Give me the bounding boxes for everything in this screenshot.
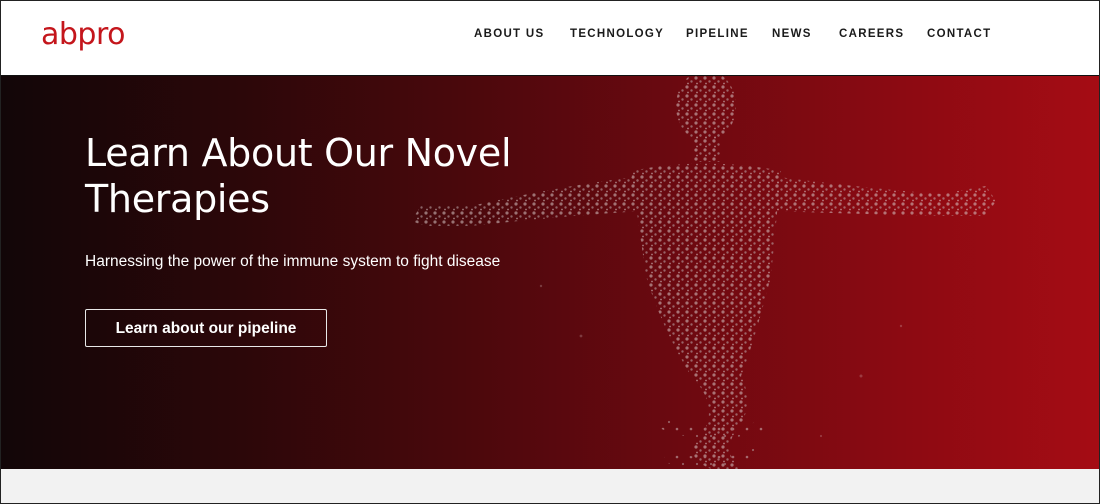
page-frame: abpro ABOUT US TECHNOLOGY PIPELINE NEWS …	[0, 0, 1100, 504]
main-nav: ABOUT US TECHNOLOGY PIPELINE NEWS CAREER…	[1, 28, 1099, 44]
nav-pipeline[interactable]: PIPELINE	[686, 28, 749, 40]
hero-headline: Learn About Our Novel Therapies	[85, 131, 512, 221]
site-header: abpro ABOUT US TECHNOLOGY PIPELINE NEWS …	[1, 1, 1099, 76]
hero-banner: Learn About Our Novel Therapies Harnessi…	[1, 76, 1099, 469]
nav-technology[interactable]: TECHNOLOGY	[570, 28, 664, 40]
hero-subheadline: Harnessing the power of the immune syste…	[85, 253, 501, 270]
nav-news[interactable]: NEWS	[772, 28, 812, 40]
nav-contact[interactable]: CONTACT	[927, 28, 991, 40]
nav-about-us[interactable]: ABOUT US	[474, 28, 544, 40]
content-band	[1, 469, 1099, 503]
nav-careers[interactable]: CAREERS	[839, 28, 904, 40]
learn-pipeline-button[interactable]: Learn about our pipeline	[85, 309, 327, 347]
